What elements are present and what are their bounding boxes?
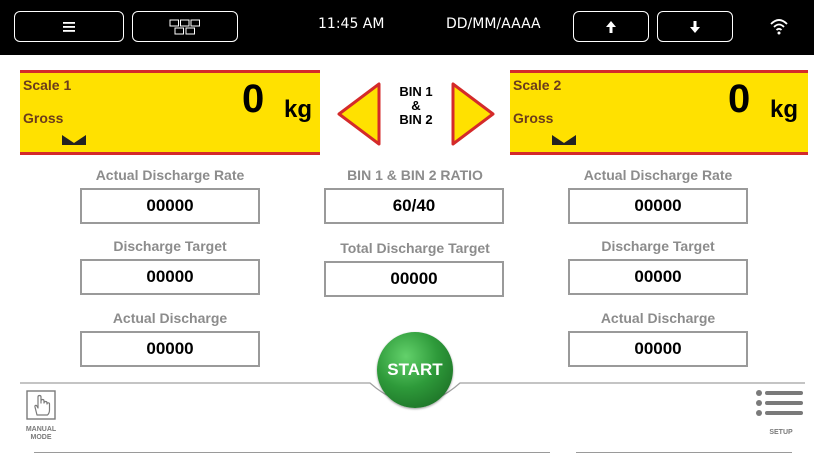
total-target-field[interactable]: 00000 bbox=[324, 261, 504, 297]
ratio-field[interactable]: 60/40 bbox=[324, 188, 504, 224]
clock-time: 11:45 AM bbox=[318, 16, 385, 32]
manual-label-line2: MODE bbox=[30, 434, 52, 441]
total-target-label: Total Discharge Target bbox=[340, 240, 490, 256]
right-rate-label: Actual Discharge Rate bbox=[583, 167, 733, 183]
right-actual-field[interactable]: 00000 bbox=[568, 331, 748, 367]
menu-list-icon bbox=[756, 390, 803, 416]
scale-2-weight: 0 bbox=[728, 77, 751, 121]
scale-1-weight: 0 bbox=[242, 77, 265, 121]
bin-selector-label: BIN 1 & BIN 2 bbox=[386, 85, 446, 127]
left-target-field[interactable]: 00000 bbox=[80, 259, 260, 295]
right-actual-label: Actual Discharge bbox=[600, 310, 716, 326]
bottom-line-left bbox=[34, 452, 550, 453]
manual-mode-button[interactable]: MANUAL MODE bbox=[24, 390, 58, 448]
left-rate-label: Actual Discharge Rate bbox=[95, 167, 245, 183]
setup-label: SETUP bbox=[769, 429, 793, 436]
bin-right-arrow-icon[interactable] bbox=[450, 81, 496, 147]
scale-1-panel[interactable]: Scale 1 Gross 0 kg bbox=[20, 70, 320, 155]
bin-label-line2: & bbox=[411, 98, 421, 113]
scale-1-name: Scale 1 bbox=[23, 77, 72, 93]
manual-label-line1: MANUAL bbox=[25, 426, 57, 433]
wifi-icon bbox=[770, 19, 788, 35]
scale-2-name: Scale 2 bbox=[513, 77, 562, 93]
right-target-label: Discharge Target bbox=[601, 238, 715, 254]
ratio-label: BIN 1 & BIN 2 RATIO bbox=[347, 167, 483, 183]
date-display: DD/MM/AAAA bbox=[446, 16, 541, 32]
hamburger-icon bbox=[63, 21, 75, 32]
left-actual-field[interactable]: 00000 bbox=[80, 331, 260, 367]
right-rate-field[interactable]: 00000 bbox=[568, 188, 748, 224]
arrow-up-icon bbox=[606, 20, 616, 33]
bin-label-line3: BIN 2 bbox=[399, 112, 433, 127]
bottom-line-right bbox=[576, 452, 792, 453]
right-target-field[interactable]: 00000 bbox=[568, 259, 748, 295]
grid-button[interactable] bbox=[132, 11, 238, 42]
scale-1-unit: kg bbox=[284, 96, 313, 123]
scale-2-mode: Gross bbox=[513, 110, 554, 126]
start-button[interactable]: START bbox=[377, 332, 453, 408]
scroll-down-button[interactable] bbox=[657, 11, 733, 42]
left-target-label: Discharge Target bbox=[113, 238, 227, 254]
start-button-wrap: START bbox=[368, 322, 462, 410]
bin-left-arrow-icon[interactable] bbox=[336, 81, 382, 147]
menu-button[interactable] bbox=[14, 11, 124, 42]
manual-mode-label: MANUAL MODE bbox=[24, 426, 58, 442]
hand-icon bbox=[26, 390, 56, 420]
wifi-status[interactable] bbox=[769, 17, 789, 40]
scale-1-mode: Gross bbox=[23, 110, 64, 126]
setup-button[interactable]: SETUP bbox=[752, 388, 806, 440]
grid-icon bbox=[169, 19, 200, 34]
mode-caret-icon[interactable] bbox=[62, 135, 86, 145]
bin-label-line1: BIN 1 bbox=[399, 84, 433, 99]
left-actual-label: Actual Discharge bbox=[112, 310, 228, 326]
top-bar: 11:45 AM DD/MM/AAAA bbox=[0, 0, 814, 55]
left-rate-field[interactable]: 00000 bbox=[80, 188, 260, 224]
scroll-up-button[interactable] bbox=[573, 11, 649, 42]
scale-2-unit: kg bbox=[770, 96, 799, 123]
scale-2-panel[interactable]: Scale 2 Gross 0 kg bbox=[510, 70, 808, 155]
arrow-down-icon bbox=[690, 20, 700, 33]
mode-caret-icon[interactable] bbox=[552, 135, 576, 145]
